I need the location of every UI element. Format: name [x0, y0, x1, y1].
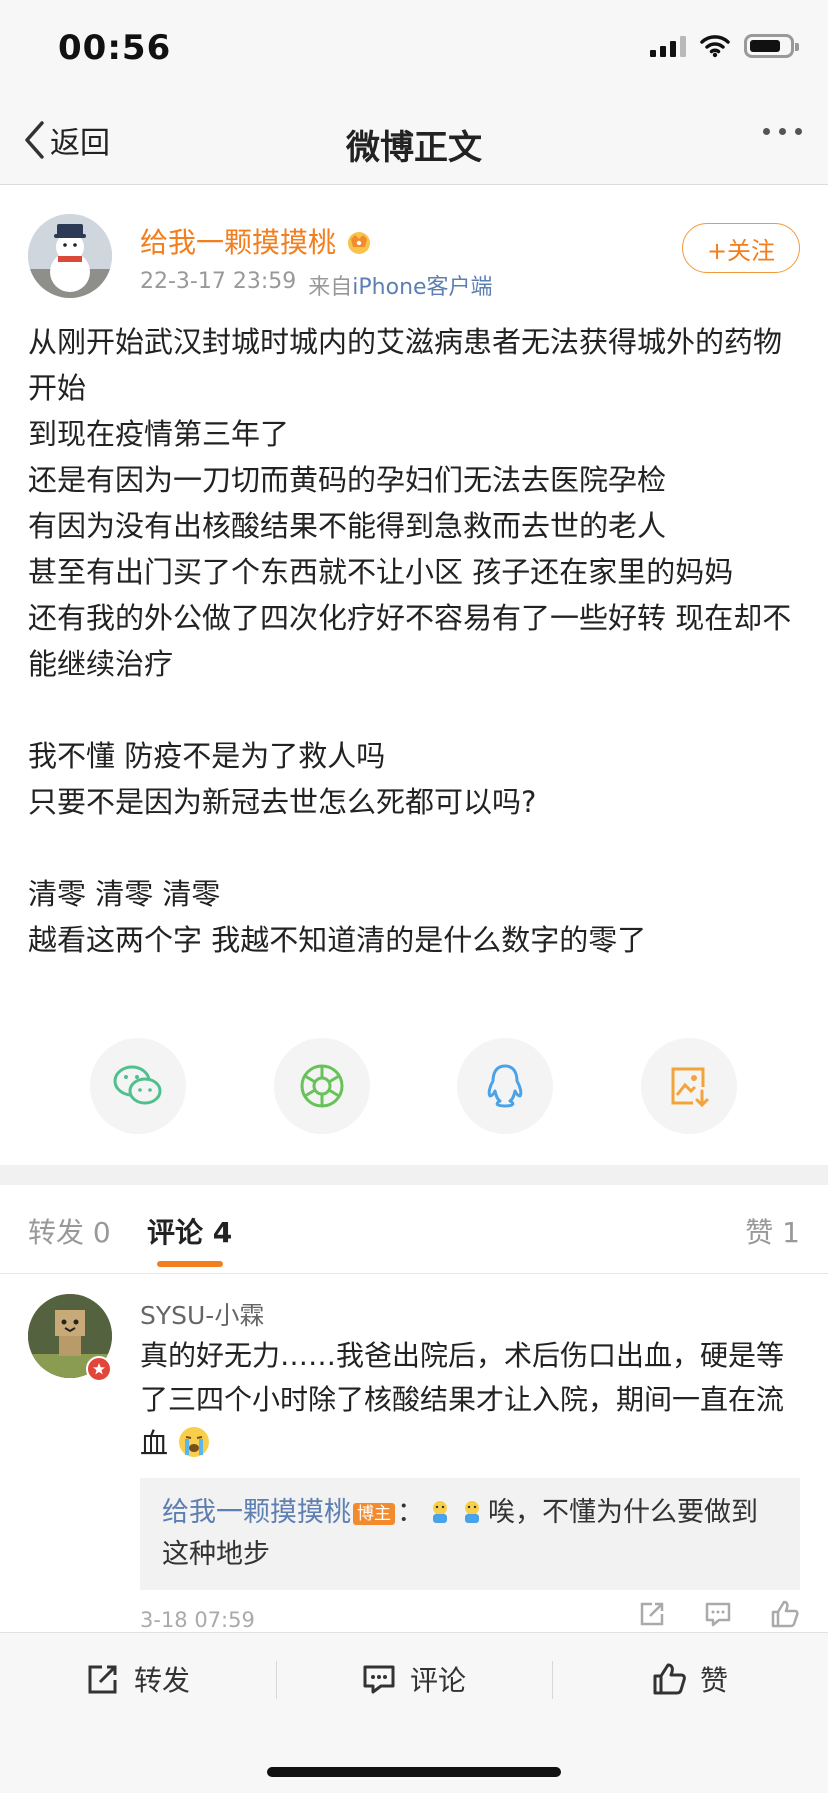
- reply-box[interactable]: 给我一颗摸摸桃 博主：唉，不懂为什么要做到这种地步: [140, 1478, 800, 1590]
- save-image-icon: [671, 1067, 709, 1108]
- comment-reply-icon[interactable]: [704, 1600, 732, 1628]
- author-name-label: 给我一颗摸摸桃: [140, 226, 337, 259]
- post-line: [28, 687, 798, 733]
- post-body: 从刚开始武汉封城时城内的艾滋病患者无法获得城外的药物开始 到现在疫情第三年了 还…: [28, 319, 798, 963]
- tab-repost[interactable]: 转发 0: [28, 1211, 111, 1251]
- post-source-prefix: 来自: [308, 275, 353, 300]
- like-button[interactable]: 赞: [652, 1659, 728, 1699]
- post-line: 越看这两个字 我越不知道清的是什么数字的零了: [28, 923, 647, 957]
- interaction-tabs: 转发 0 评论 4 赞 1: [0, 1185, 828, 1274]
- author-name[interactable]: 给我一颗摸摸桃: [140, 221, 374, 261]
- share-moments-button[interactable]: [274, 1038, 370, 1134]
- tab-comment[interactable]: 评论 4: [147, 1211, 232, 1251]
- signal-icon: [650, 35, 686, 57]
- wechat-icon: [113, 1065, 162, 1105]
- verified-badge-icon: [86, 1356, 112, 1382]
- hug-emoji-icon: [465, 1501, 479, 1523]
- post-line: 还有我的外公做了四次化疗好不容易有了一些好转 现在却不能继续治疗: [28, 601, 792, 681]
- reply-author[interactable]: 给我一颗摸摸桃: [162, 1497, 351, 1528]
- separator: [276, 1661, 277, 1699]
- repost-label: 转发: [134, 1664, 191, 1697]
- share-wechat-button[interactable]: [90, 1038, 186, 1134]
- bottom-action-bar: 转发 评论 赞: [0, 1632, 828, 1793]
- section-divider: [0, 1165, 828, 1185]
- post-line: 只要不是因为新冠去世怎么死都可以吗?: [28, 785, 537, 819]
- wifi-icon: [700, 35, 730, 58]
- save-image-button[interactable]: [641, 1038, 737, 1134]
- hug-emoji-icon: [433, 1501, 447, 1523]
- comment-text: 真的好无力……我爸出院后，术后伤口出血，硬是等了三四个小时除了核酸结果才让入院，…: [140, 1334, 800, 1466]
- qq-icon: [487, 1064, 523, 1108]
- follow-button[interactable]: +关注: [682, 223, 800, 273]
- post-line: 有因为没有出核酸结果不能得到急救而去世的老人: [28, 509, 667, 543]
- comment-button[interactable]: 评论: [362, 1659, 466, 1699]
- home-indicator: [267, 1767, 561, 1777]
- status-time: 00:56: [58, 28, 172, 68]
- status-bar: 00:56: [0, 0, 828, 100]
- crying-face-icon: [178, 1427, 209, 1457]
- more-dots-icon[interactable]: [763, 128, 802, 135]
- post-meta: 22-3-17 23:59 来自iPhone客户端: [140, 269, 493, 301]
- separator: [552, 1661, 553, 1699]
- post-line: 从刚开始武汉封城时城内的艾滋病患者无法获得城外的药物开始: [28, 325, 783, 405]
- status-icons: [650, 34, 799, 58]
- comment-like-icon[interactable]: [770, 1600, 800, 1628]
- post-line: 甚至有出门买了个东西就不让小区 孩子还在家里的妈妈: [28, 555, 734, 589]
- avatar[interactable]: [28, 214, 112, 298]
- comment-icon: [363, 1665, 395, 1694]
- post-line: 还是有因为一刀切而黄码的孕妇们无法去医院孕检: [28, 463, 667, 497]
- repost-button[interactable]: 转发: [86, 1659, 190, 1699]
- tab-like[interactable]: 赞 1: [745, 1211, 800, 1251]
- comment-time: 3-18 07:59: [140, 1608, 255, 1632]
- tab-indicator: [157, 1261, 223, 1267]
- post-line: 清零 清零 清零: [28, 877, 221, 911]
- comment-text-label: 真的好无力……我爸出院后，术后伤口出血，硬是等了三四个小时除了核酸结果才让入院，…: [140, 1339, 785, 1460]
- post-date: 22-3-17 23:59: [140, 269, 297, 294]
- vip-crown-icon: [348, 232, 371, 254]
- reply-separator: ：: [397, 1497, 424, 1528]
- host-badge: 博主: [353, 1502, 395, 1525]
- moments-icon: [300, 1064, 344, 1108]
- comment-actions: [638, 1600, 800, 1628]
- thumbs-up-icon: [653, 1663, 686, 1695]
- repost-icon: [88, 1665, 117, 1694]
- nav-bar: 返回 微博正文: [0, 100, 828, 185]
- post-line: [28, 825, 798, 871]
- comment-label: 评论: [410, 1664, 467, 1697]
- commenter-name[interactable]: SYSU-小霖: [140, 1296, 264, 1332]
- post-line: 到现在疫情第三年了: [28, 417, 290, 451]
- post-line: 我不懂 防疫不是为了救人吗: [28, 739, 386, 773]
- share-qq-button[interactable]: [457, 1038, 553, 1134]
- like-label: 赞: [700, 1664, 729, 1697]
- post-source[interactable]: iPhone客户端: [352, 275, 492, 300]
- snowman-avatar-image: [28, 214, 112, 298]
- comment-share-icon[interactable]: [638, 1600, 666, 1628]
- page-title: 微博正文: [346, 128, 482, 168]
- battery-icon: [744, 34, 799, 58]
